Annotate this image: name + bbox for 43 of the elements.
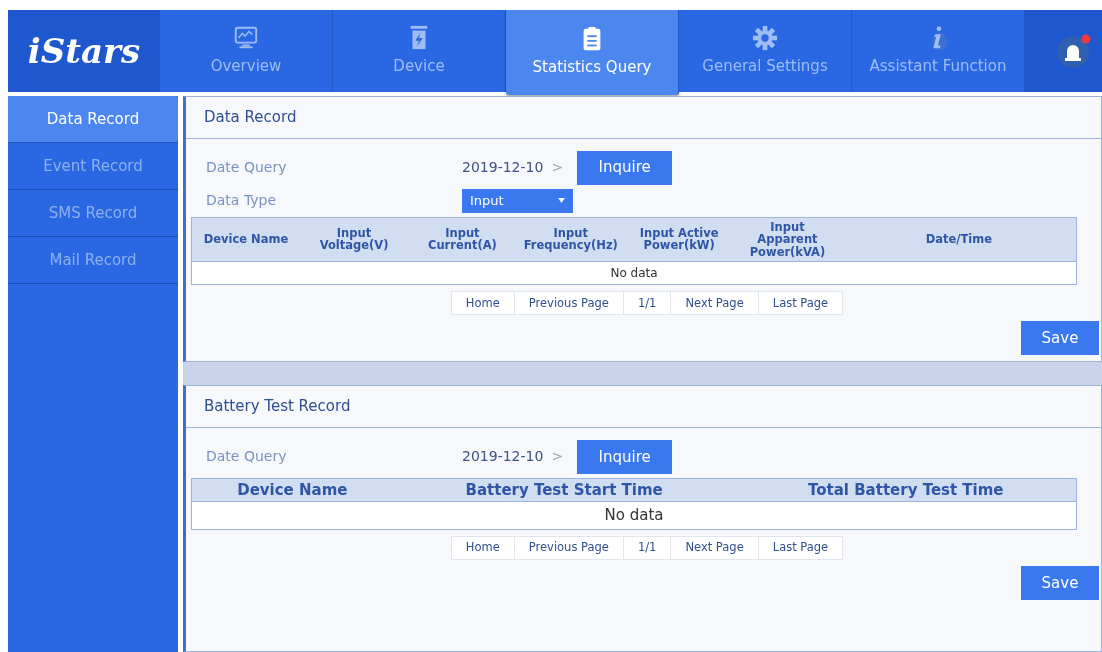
- chevron-icon[interactable]: >: [551, 157, 564, 178]
- column-header: Input Apparent Power(kVA): [733, 217, 842, 262]
- inquire-button[interactable]: Inquire: [577, 439, 673, 474]
- field-label: Date Query: [206, 158, 288, 177]
- empty-message: No data: [191, 261, 1077, 285]
- column-header: Device Name: [191, 478, 393, 502]
- type-dropdown[interactable]: Input: [462, 188, 573, 213]
- column-header: Battery Test Start Time: [392, 478, 736, 502]
- logo: iStars: [8, 10, 160, 92]
- panel-title: Data Record: [186, 97, 1101, 139]
- sidebar-item[interactable]: Data Record: [8, 96, 178, 143]
- alarm-bell-icon[interactable]: [1056, 33, 1092, 69]
- pager-button[interactable]: Home: [450, 535, 515, 560]
- empty-message: No data: [191, 501, 1077, 530]
- monitor-icon: [233, 24, 259, 51]
- date-field[interactable]: 2019-12-10: [462, 157, 544, 178]
- chevron-icon[interactable]: >: [551, 446, 564, 468]
- caret-icon: [558, 198, 565, 203]
- column-header: Input Active Power(kW): [624, 217, 734, 262]
- pager-button[interactable]: 1/1: [622, 535, 672, 560]
- pager-button[interactable]: Next Page: [670, 291, 759, 316]
- field-label: Data Type: [206, 191, 278, 210]
- save-button[interactable]: Save: [1021, 565, 1099, 600]
- pager-button[interactable]: Home: [450, 291, 515, 316]
- save-button[interactable]: Save: [1021, 321, 1099, 356]
- column-header: Input Current(A): [408, 217, 517, 262]
- pager-button[interactable]: Previous Page: [513, 535, 624, 560]
- date-field[interactable]: 2019-12-10: [462, 446, 544, 468]
- column-header: Total Battery Test Time: [735, 478, 1077, 502]
- pager-button[interactable]: Last Page: [757, 535, 844, 560]
- panel-title: Battery Test Record: [186, 386, 1101, 428]
- column-header: Input Frequency(Hz): [516, 217, 625, 262]
- nav-tab[interactable]: Statistics Query: [506, 10, 679, 95]
- pager-button[interactable]: Last Page: [757, 291, 844, 316]
- column-header: Input Voltage(V): [299, 217, 409, 262]
- column-header: Date/Time: [841, 217, 1077, 262]
- field-label: Date Query: [206, 447, 288, 467]
- inquire-button[interactable]: Inquire: [577, 150, 673, 185]
- column-header: Device Name: [191, 217, 300, 262]
- pager-button[interactable]: Previous Page: [513, 291, 624, 316]
- pager-button[interactable]: 1/1: [622, 291, 672, 316]
- pager-button[interactable]: Next Page: [670, 535, 759, 560]
- gear-icon: [752, 24, 778, 51]
